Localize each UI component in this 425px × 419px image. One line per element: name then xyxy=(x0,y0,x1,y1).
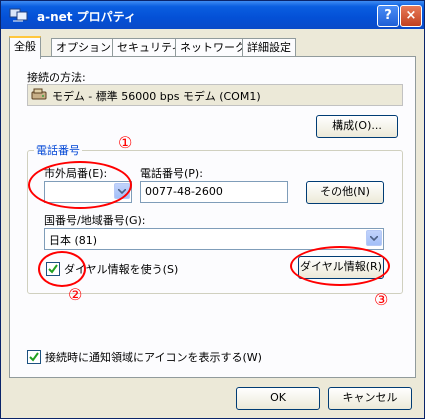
annotation-number-3: ③ xyxy=(374,290,389,309)
phone-number-group-title: 電話番号 xyxy=(34,142,82,158)
window-title: a-net プロパティ xyxy=(37,10,136,24)
chevron-down-icon[interactable] xyxy=(366,230,382,246)
annotation-number-2: ② xyxy=(68,285,83,304)
ok-button[interactable]: OK xyxy=(236,387,320,410)
phone-number-input[interactable]: 0077-48-2600 xyxy=(140,181,288,203)
tab-options[interactable]: オプション xyxy=(51,38,116,57)
close-button[interactable]: × xyxy=(400,5,422,27)
phone-number-label: 電話番号(P): xyxy=(140,167,203,180)
tab-network[interactable]: ネットワーク xyxy=(175,38,251,57)
properties-window: a-net プロパティ ? × 全般 オプション セキュリティ ネットワーク 詳… xyxy=(0,0,425,419)
annotation-circle-1 xyxy=(28,161,132,209)
annotation-number-1: ① xyxy=(118,133,133,152)
phone-number-value: 0077-48-2600 xyxy=(145,185,223,198)
connection-device-box: モデム - 標準 56000 bps モデム (COM1) xyxy=(27,84,403,106)
annotation-circle-2 xyxy=(38,251,86,287)
tab-advanced[interactable]: 詳細設定 xyxy=(242,38,296,57)
country-code-value: 日本 (81) xyxy=(49,234,98,247)
other-button[interactable]: その他(N) xyxy=(306,181,384,204)
help-button[interactable]: ? xyxy=(377,5,399,27)
annotation-circle-3 xyxy=(290,246,390,286)
title-bar[interactable]: a-net プロパティ ? × xyxy=(1,1,424,29)
configure-button[interactable]: 構成(O)... xyxy=(316,115,398,138)
network-connection-icon xyxy=(9,8,28,22)
tab-general[interactable]: 全般 xyxy=(9,36,41,59)
checkmark-icon xyxy=(29,352,39,362)
connection-device-name: モデム - 標準 56000 bps モデム (COM1) xyxy=(52,90,261,103)
modem-icon xyxy=(31,88,47,100)
cancel-button[interactable]: キャンセル xyxy=(328,387,412,410)
notify-icon-label: 接続時に通知領域にアイコンを表示する(W) xyxy=(45,351,262,364)
connect-using-label: 接続の方法: xyxy=(27,71,86,84)
general-tab-panel: 接続の方法: モデム - 標準 56000 bps モデム (COM1) 構成(… xyxy=(9,56,416,378)
notify-icon-checkbox[interactable] xyxy=(27,350,41,364)
country-code-label: 国番号/地域番号(G): xyxy=(44,214,146,227)
